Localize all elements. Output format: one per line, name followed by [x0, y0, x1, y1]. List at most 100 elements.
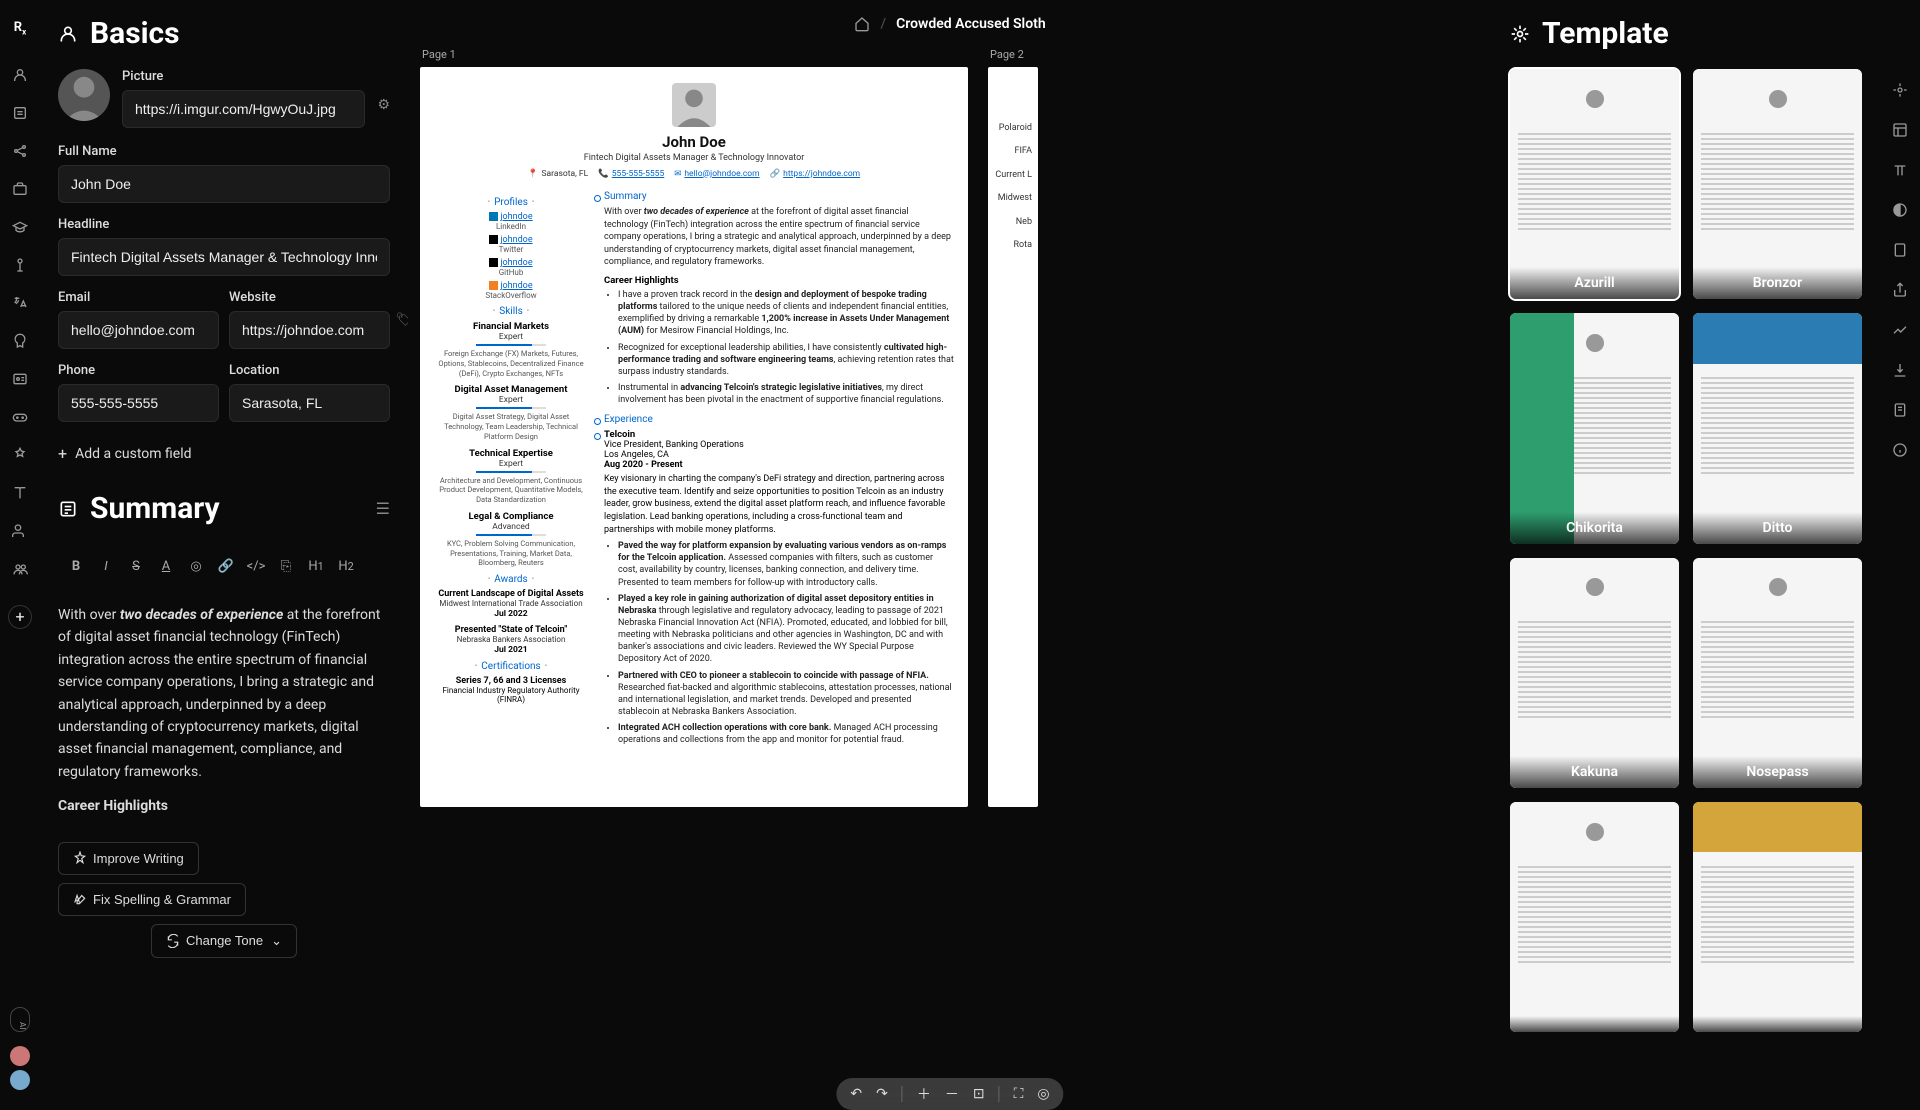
bold-button[interactable]: B [62, 552, 90, 580]
template-card[interactable]: Ditto [1693, 313, 1862, 543]
chevron-down-icon: ⌄ [271, 933, 282, 949]
canvas-toolbar: ↶ ↷ ＋ － ⊡ ⛶ ◎ [836, 1078, 1063, 1110]
statistics-nav-icon[interactable] [1890, 320, 1910, 340]
menu-icon[interactable]: ☰ [376, 499, 390, 518]
h1-button[interactable]: H1 [302, 552, 330, 580]
info-nav-icon[interactable] [1890, 440, 1910, 460]
nav-experience-icon[interactable] [10, 179, 30, 199]
user-avatar-1[interactable] [10, 1046, 30, 1066]
summary-bold: two decades of experience [120, 607, 284, 623]
improve-writing-button[interactable]: Improve Writing [58, 842, 199, 875]
italic-button[interactable]: I [92, 552, 120, 580]
code-button[interactable]: </> [242, 552, 270, 580]
resume-headline: Fintech Digital Assets Manager & Technol… [440, 153, 948, 163]
location-label: Location [229, 363, 390, 378]
basics-title: Basics [90, 16, 180, 51]
template-nav-icon[interactable] [1890, 80, 1910, 100]
app-logo[interactable]: Rx [14, 20, 26, 37]
page2-text: Current L [994, 164, 1032, 187]
template-title: Template [1542, 16, 1669, 51]
template-card[interactable]: Chikorita [1510, 313, 1679, 543]
export-nav-icon[interactable] [1890, 360, 1910, 380]
exp-role: Vice President, Banking Operations [604, 440, 954, 450]
phone-label: Phone [58, 363, 219, 378]
h2-button[interactable]: H2 [332, 552, 360, 580]
nav-certifications-icon[interactable] [10, 369, 30, 389]
link-button[interactable]: 🔗 [212, 552, 240, 580]
template-name: Ditto [1693, 512, 1862, 544]
template-name: Azurill [1510, 267, 1679, 299]
user-avatar-2[interactable] [10, 1070, 30, 1090]
exp-location: Los Angeles, CA [604, 450, 954, 460]
fix-spelling-button[interactable]: Fix Spelling & Grammar [58, 883, 246, 916]
breadcrumb-current: Crowded Accused Sloth [896, 16, 1046, 32]
page-nav-icon[interactable] [1890, 240, 1910, 260]
summary-editor[interactable]: With over two decades of experience at t… [58, 596, 390, 826]
picture-url-input[interactable] [122, 90, 365, 128]
redo-button[interactable]: ↷ [876, 1086, 888, 1102]
undo-button[interactable]: ↶ [850, 1086, 862, 1102]
highlight-button[interactable]: ◎ [182, 552, 210, 580]
typography-nav-icon[interactable] [1890, 160, 1910, 180]
template-card[interactable]: Nosepass [1693, 558, 1862, 788]
template-card[interactable] [1510, 802, 1679, 1032]
template-name: Nosepass [1693, 756, 1862, 788]
template-icon [1510, 24, 1530, 44]
zoom-out-button[interactable]: － [945, 1084, 959, 1104]
picture-label: Picture [122, 69, 365, 84]
nav-profile-icon[interactable] [10, 65, 30, 85]
add-custom-field-button[interactable]: + Add a custom field [58, 436, 390, 471]
nav-share-icon[interactable] [10, 141, 30, 161]
change-tone-button[interactable]: Change Tone⌄ [151, 924, 297, 958]
gear-icon[interactable]: ⚙ [377, 97, 390, 113]
page-2-label: Page 2 [988, 48, 1038, 61]
nav-publications-icon[interactable] [10, 483, 30, 503]
email-input[interactable] [58, 311, 219, 349]
location-input[interactable] [229, 384, 390, 422]
nav-summary-icon[interactable] [10, 103, 30, 123]
center-button[interactable]: ◎ [1037, 1086, 1049, 1102]
nav-skills-icon[interactable] [10, 255, 30, 275]
editor-toolbar: B I S A ◎ 🔗 </> ⎘ H1 H2 [58, 544, 390, 588]
template-name [1510, 1016, 1679, 1032]
template-card[interactable]: Kakuna [1510, 558, 1679, 788]
template-card[interactable]: Azurill [1510, 69, 1679, 299]
certs-title: Certifications [434, 661, 588, 672]
resume-page-1[interactable]: John Doe Fintech Digital Assets Manager … [420, 67, 968, 807]
avatar[interactable] [58, 69, 110, 121]
template-name [1693, 1016, 1862, 1032]
nav-interests-icon[interactable] [10, 407, 30, 427]
tag-icon[interactable]: 🏷 [395, 312, 408, 327]
sharing-nav-icon[interactable] [1890, 280, 1910, 300]
nav-languages-icon[interactable] [10, 293, 30, 313]
resume-page-2[interactable]: PolaroidFIFACurrent LMidwestNebRota [988, 67, 1038, 807]
resume-website: 🔗 https://johndoe.com [770, 169, 861, 179]
template-card[interactable]: Bronzor [1693, 69, 1862, 299]
nav-projects-icon[interactable] [10, 445, 30, 465]
nav-education-icon[interactable] [10, 217, 30, 237]
template-name: Kakuna [1510, 756, 1679, 788]
skill-item: Financial MarketsExpertForeign Exchange … [434, 321, 588, 378]
nav-references-icon[interactable] [10, 559, 30, 579]
strike-button[interactable]: S [122, 552, 150, 580]
zoom-reset-button[interactable]: ⊡ [973, 1086, 985, 1102]
home-icon[interactable] [854, 16, 870, 32]
headline-input[interactable] [58, 238, 390, 276]
nav-awards-icon[interactable] [10, 331, 30, 351]
codeblock-button[interactable]: ⎘ [272, 552, 300, 580]
nav-volunteering-icon[interactable] [10, 521, 30, 541]
notes-nav-icon[interactable] [1890, 400, 1910, 420]
fullname-input[interactable] [58, 165, 390, 203]
template-card[interactable] [1693, 802, 1862, 1032]
website-input[interactable] [229, 311, 390, 349]
layout-nav-icon[interactable] [1890, 120, 1910, 140]
headline-label: Headline [58, 217, 390, 232]
add-section-button[interactable]: + [8, 605, 32, 629]
theme-nav-icon[interactable] [1890, 200, 1910, 220]
phone-input[interactable] [58, 384, 219, 422]
page2-text: Rota [994, 234, 1032, 257]
zoom-in-button[interactable]: ＋ [917, 1084, 931, 1104]
underline-button[interactable]: A [152, 552, 180, 580]
fit-button[interactable]: ⛶ [1014, 1086, 1024, 1102]
summary-title: Summary [90, 491, 220, 526]
